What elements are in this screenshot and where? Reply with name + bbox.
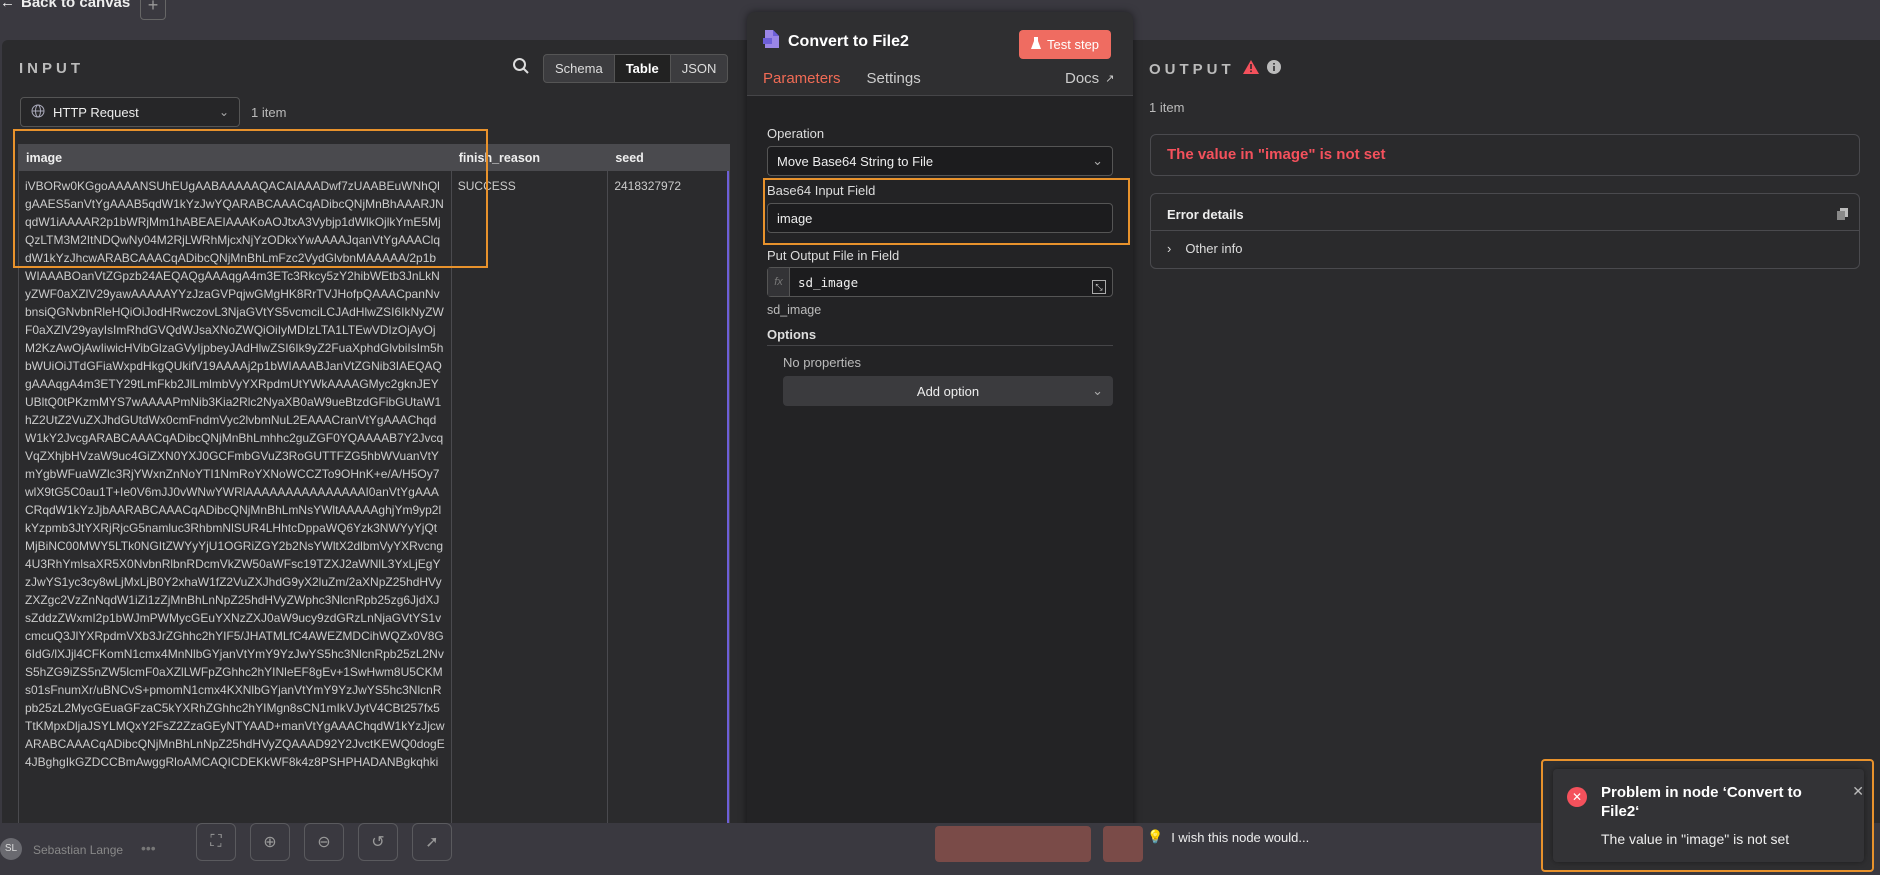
node-title[interactable]: Convert to File2: [788, 33, 909, 51]
docs-label: Docs: [1065, 70, 1100, 87]
feedback-link[interactable]: 💡 I wish this node would...: [1147, 829, 1309, 845]
close-icon[interactable]: ✕: [1852, 783, 1864, 800]
execute-workflow-button[interactable]: [935, 826, 1091, 862]
base64-input-label: Base64 Input Field: [767, 183, 876, 198]
input-node-select[interactable]: HTTP Request ⌄: [20, 97, 240, 127]
node-header: Convert to File2: [763, 30, 909, 53]
chevron-down-icon: ⌄: [218, 105, 229, 119]
tab-parameters[interactable]: Parameters: [763, 70, 841, 97]
output-title: OUTPUT: [1149, 60, 1235, 78]
view-switcher: Schema Table JSON: [543, 54, 729, 83]
output-field-hint: sd_image: [767, 303, 822, 317]
docs-link[interactable]: Docs ↗: [1065, 70, 1114, 87]
test-step-button[interactable]: Test step: [1019, 30, 1112, 59]
input-title: INPUT: [19, 60, 84, 77]
fx-expression-icon[interactable]: fx: [768, 268, 790, 296]
error-details-title: Error details: [1167, 207, 1244, 222]
operation-value: Move Base64 String to File: [777, 153, 934, 169]
arrow-left-icon: ←: [0, 0, 15, 11]
reset-zoom-button[interactable]: ↺: [358, 823, 398, 861]
base64-input-value: image: [777, 210, 813, 226]
output-header: OUTPUT: [1149, 60, 1281, 78]
operation-label: Operation: [767, 126, 825, 141]
zoom-out-icon: ⊖: [317, 834, 331, 851]
fullscreen-icon: ⛶: [210, 833, 222, 850]
output-error-message: The value in "image" is not set: [1150, 134, 1860, 176]
tab-settings[interactable]: Settings: [867, 70, 921, 97]
more-icon[interactable]: •••: [141, 840, 156, 856]
image-column-highlight: [13, 129, 488, 268]
cell-seed[interactable]: 2418327972: [608, 171, 729, 823]
chevron-right-icon: ›: [1167, 241, 1172, 256]
cell-finish-reason[interactable]: SUCCESS: [452, 171, 609, 823]
operation-select[interactable]: Move Base64 String to File ⌄: [767, 146, 1113, 176]
error-icon: ✕: [1567, 787, 1587, 807]
back-to-canvas-label: Back to canvas: [21, 0, 131, 11]
input-item-count: 1 item: [251, 105, 287, 120]
no-properties-text: No properties: [783, 355, 862, 370]
cell-image[interactable]: iVBORw0KGgoAAAANSUhEUgAABAAAAAQACAIAAADw…: [19, 171, 452, 823]
output-field-input[interactable]: fx sd_image ⤡: [767, 267, 1113, 297]
user-name: Sebastian Lange: [33, 843, 124, 857]
base64-input-field[interactable]: image: [767, 203, 1113, 233]
back-to-canvas-link[interactable]: ← Back to canvas: [0, 0, 130, 11]
error-details-box: Error details › Other info: [1150, 193, 1860, 269]
view-json-button[interactable]: JSON: [671, 55, 728, 82]
fit-view-button[interactable]: ⛶: [196, 823, 236, 861]
flask-icon: [1031, 37, 1041, 52]
add-option-label: Add option: [916, 383, 980, 399]
parameters-body: Operation Move Base64 String to File ⌄ B…: [747, 96, 1133, 847]
input-node-select-value: HTTP Request: [53, 104, 139, 120]
app-root: ← Back to canvas + INPUT Schema Table JS…: [0, 0, 1880, 875]
tidy-up-button[interactable]: ➚: [412, 823, 452, 861]
other-info-label: Other info: [1185, 241, 1243, 256]
lightbulb-icon: 💡: [1147, 829, 1164, 844]
add-tab-button[interactable]: +: [140, 0, 166, 20]
globe-icon: [31, 104, 45, 121]
options-divider: [767, 345, 1113, 346]
external-link-icon: ↗: [1105, 73, 1115, 85]
toast-message: The value in "image" is not set: [1601, 831, 1790, 847]
error-toast: ✕ Problem in node ‘Convert to File2‘ The…: [1541, 759, 1874, 872]
test-step-label: Test step: [1047, 37, 1100, 52]
convert-file-icon: [763, 30, 779, 53]
output-item-count: 1 item: [1149, 100, 1185, 115]
warning-icon: [1242, 60, 1259, 78]
delete-button[interactable]: [1103, 826, 1143, 862]
zoom-in-button[interactable]: ⊕: [250, 823, 290, 861]
column-header-seed[interactable]: seed: [608, 145, 729, 171]
zoom-in-icon: ⊕: [263, 834, 277, 851]
table-row: iVBORw0KGgoAAAANSUhEUgAABAAAAAQACAIAAADw…: [19, 171, 729, 823]
chevron-down-icon: ⌄: [1092, 153, 1103, 168]
copy-icon[interactable]: [1837, 207, 1849, 220]
avatar[interactable]: SL: [0, 838, 22, 860]
search-icon[interactable]: [512, 57, 532, 77]
view-schema-button[interactable]: Schema: [544, 55, 614, 82]
node-settings-panel: Convert to File2 Test step Parameters Se…: [747, 12, 1133, 847]
output-field-label: Put Output File in Field: [767, 248, 900, 263]
node-tabs: Parameters Settings: [763, 70, 921, 97]
output-field-value: sd_image: [798, 274, 859, 290]
view-table-button[interactable]: Table: [613, 55, 671, 82]
add-option-button[interactable]: Add option ⌄: [783, 376, 1113, 406]
zoom-out-button[interactable]: ⊖: [304, 823, 344, 861]
toast-title: Problem in node ‘Convert to File2‘: [1601, 784, 1802, 820]
undo-icon: ↺: [371, 834, 385, 851]
expand-icon[interactable]: ⤡: [1092, 280, 1106, 294]
cursor-icon: ➚: [425, 834, 439, 851]
other-info-toggle[interactable]: › Other info: [1167, 241, 1242, 256]
chevron-down-icon: ⌄: [1092, 383, 1103, 398]
info-icon[interactable]: [1266, 60, 1281, 78]
feedback-text: I wish this node would...: [1171, 829, 1310, 845]
options-label: Options: [767, 327, 817, 342]
